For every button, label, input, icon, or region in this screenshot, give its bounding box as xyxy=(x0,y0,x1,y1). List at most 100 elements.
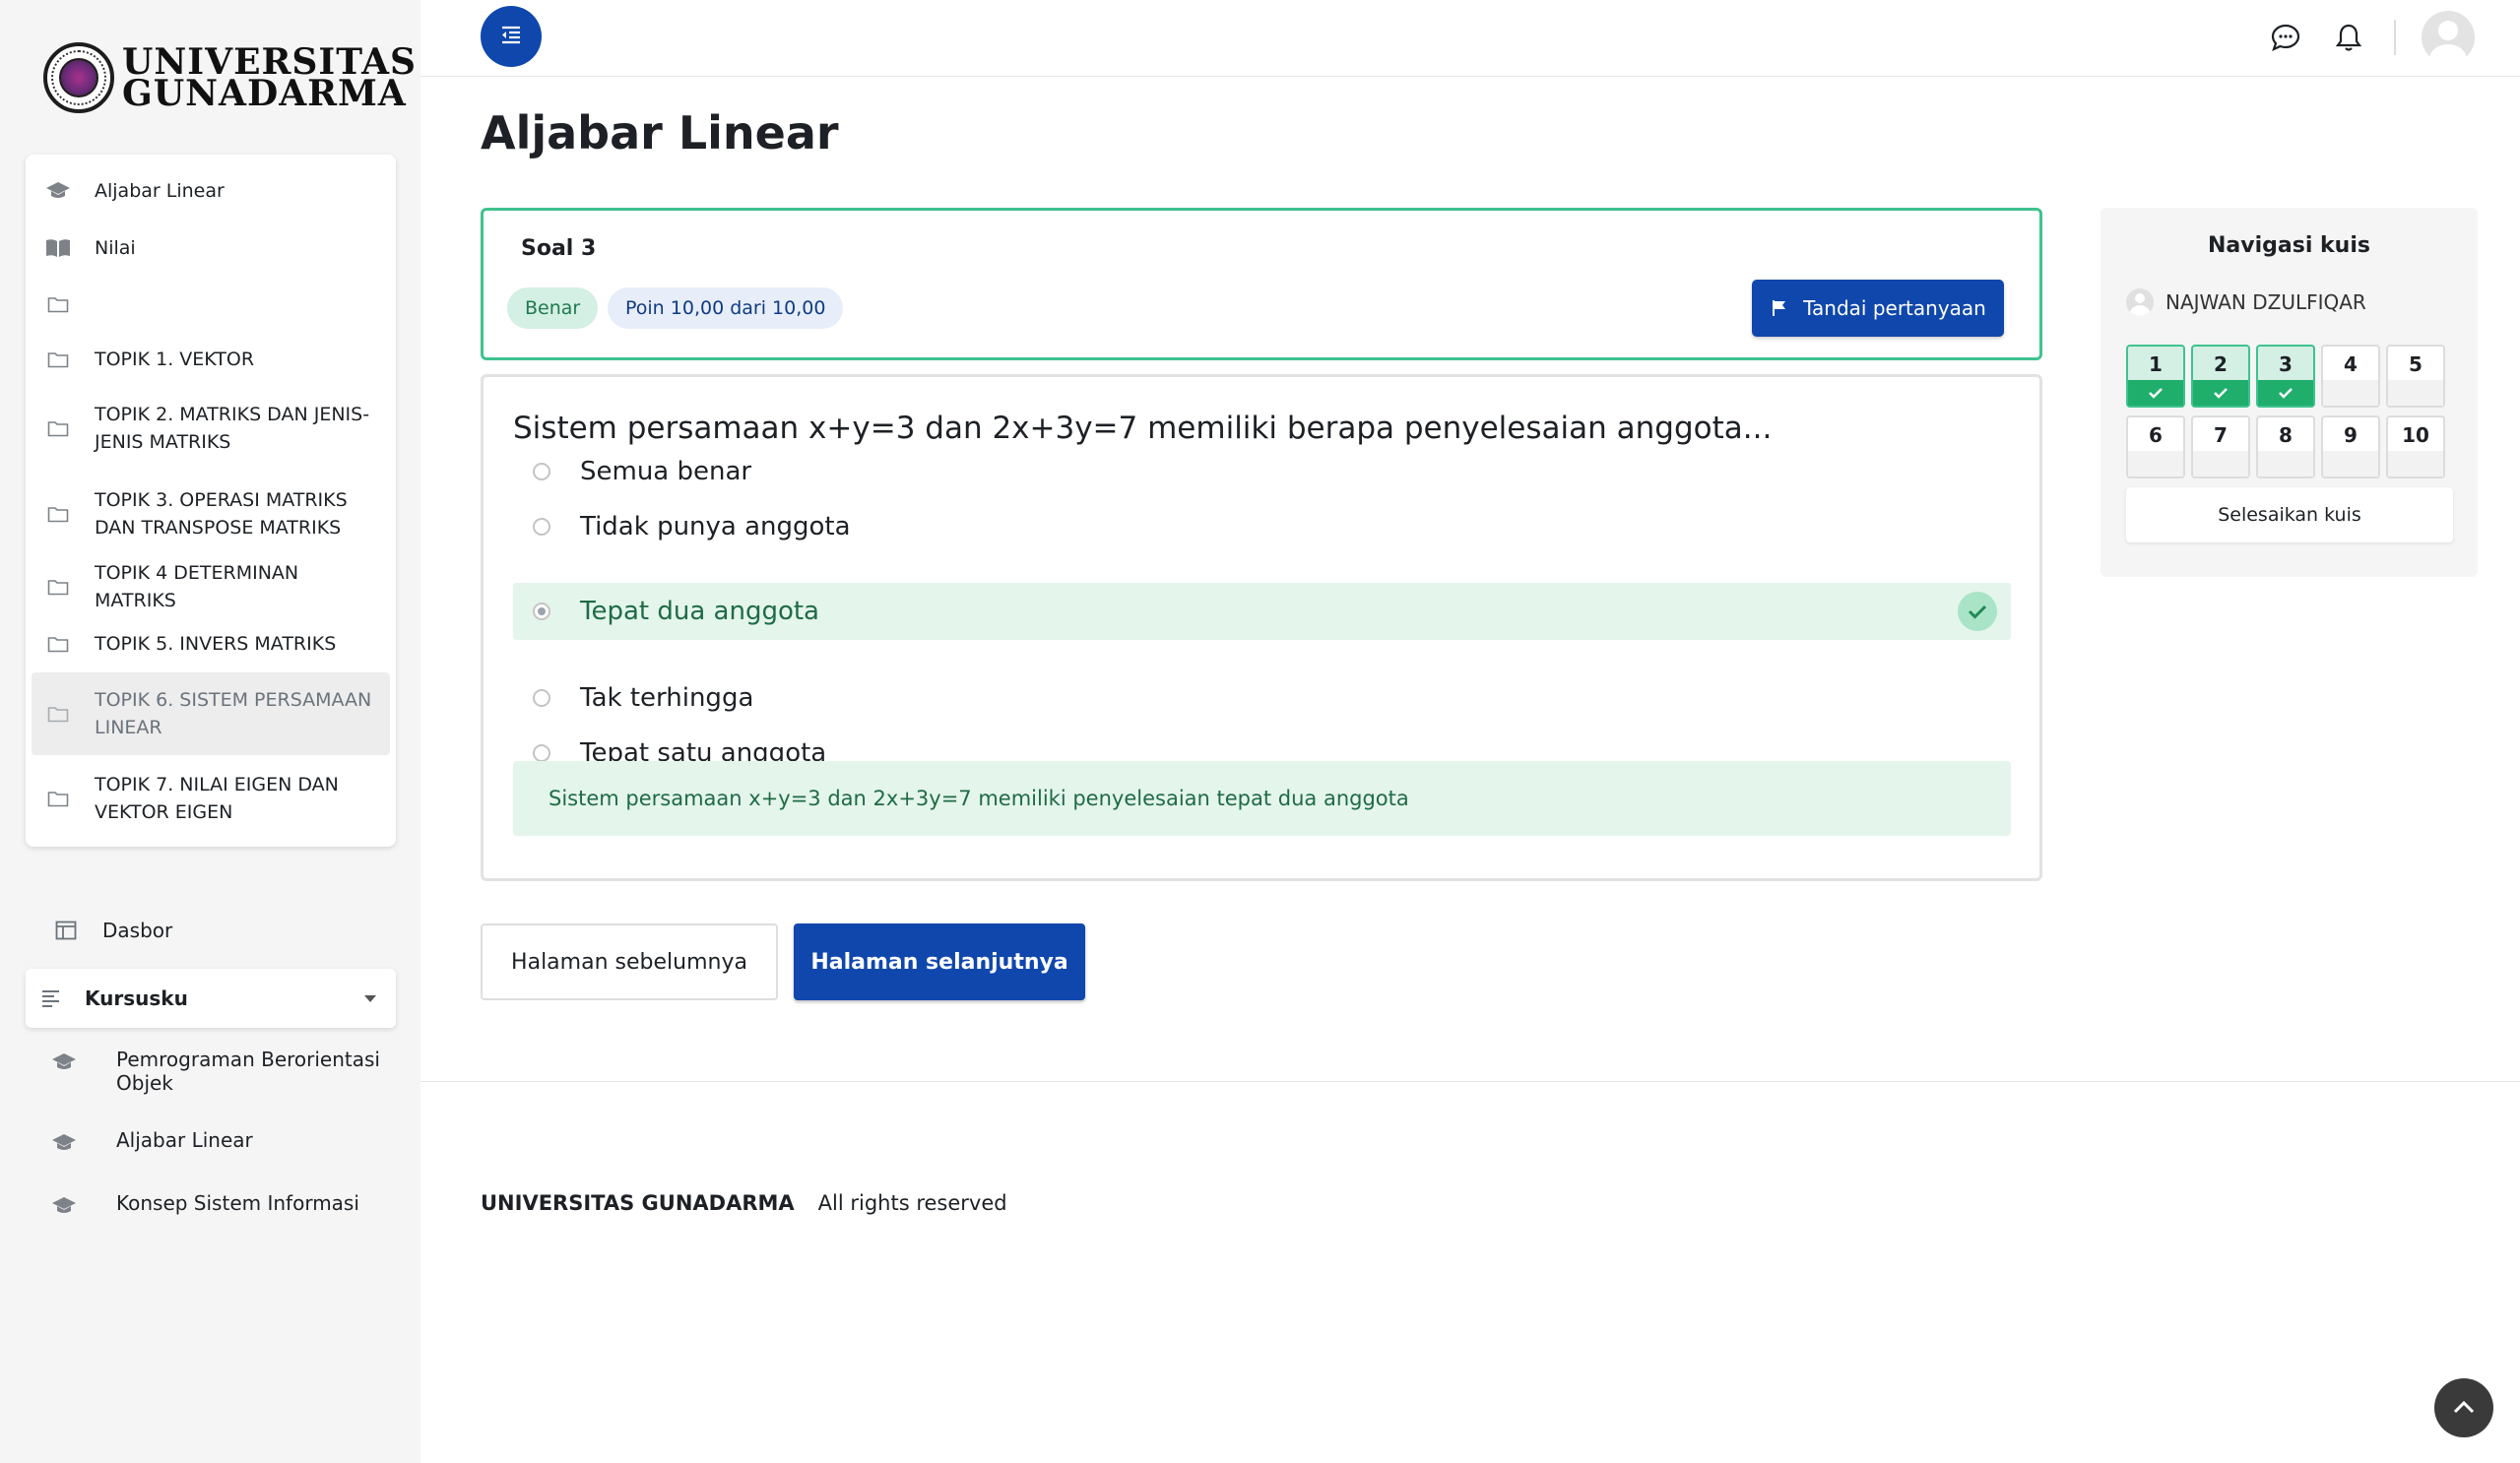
page-title: Aljabar Linear xyxy=(481,106,839,159)
check-icon xyxy=(2258,380,2313,406)
quiz-navigation-title: Navigasi kuis xyxy=(2208,233,2370,258)
sidebar: UNIVERSITAS GUNADARMA Aljabar Linear Nil… xyxy=(0,0,420,1463)
folder-icon xyxy=(45,415,71,441)
course-index-item-topik-2[interactable]: TOPIK 2. MATRIKS DAN JENIS-JENIS MATRIKS xyxy=(26,387,396,470)
bell-icon[interactable] xyxy=(2331,20,2366,55)
quiz-question-grid: 1 2 3 4 5 6 7 8 9 10 xyxy=(2126,345,2455,478)
my-course-item-aljabar[interactable]: Aljabar Linear xyxy=(26,1128,396,1156)
status-bar xyxy=(2323,451,2378,477)
folder-icon xyxy=(45,291,71,317)
status-bar xyxy=(2128,451,2183,477)
folder-icon xyxy=(45,701,71,727)
check-circle-icon xyxy=(1958,592,1997,631)
footer-divider xyxy=(420,1081,2520,1082)
radio-button[interactable] xyxy=(533,463,550,480)
graduation-cap-icon xyxy=(49,1050,79,1075)
status-bar xyxy=(2258,451,2313,477)
radio-button[interactable] xyxy=(533,689,550,707)
points-badge: Poin 10,00 dari 10,00 xyxy=(608,287,844,329)
graduation-cap-icon xyxy=(49,1130,79,1156)
feedback-box: Sistem persamaan x+y=3 dan 2x+3y=7 memil… xyxy=(513,761,2011,836)
back-to-top-button[interactable] xyxy=(2434,1378,2493,1437)
folder-icon xyxy=(45,347,71,372)
quiz-nav-question-5[interactable]: 5 xyxy=(2386,345,2445,408)
course-index-item-grades[interactable]: Nilai xyxy=(26,220,396,277)
chevron-down-icon xyxy=(364,994,376,1002)
course-index-item-topik-7[interactable]: TOPIK 7. NILAI EIGEN DAN VEKTOR EIGEN xyxy=(26,755,396,842)
course-index-item-general[interactable] xyxy=(26,277,396,332)
quiz-nav-question-10[interactable]: 10 xyxy=(2386,415,2445,478)
nav-dashboard[interactable]: Dasbor xyxy=(26,906,396,955)
next-page-button[interactable]: Halaman selanjutnya xyxy=(794,923,1085,1000)
course-index-item-topik-3[interactable]: TOPIK 3. OPERASI MATRIKS DAN TRANSPOSE M… xyxy=(26,470,396,558)
quiz-nav-question-4[interactable]: 4 xyxy=(2321,345,2380,408)
answer-option[interactable]: Tak terhingga xyxy=(513,669,2011,727)
radio-button[interactable] xyxy=(533,744,550,762)
course-index-item-course[interactable]: Aljabar Linear xyxy=(26,162,396,220)
answer-option[interactable]: Semua benar xyxy=(513,443,2011,500)
drawer-toggle-button[interactable] xyxy=(481,6,542,67)
answer-option-selected-correct[interactable]: Tepat dua anggota xyxy=(513,583,2011,640)
quiz-nav-question-3[interactable]: 3 xyxy=(2256,345,2315,408)
folder-icon xyxy=(45,631,71,657)
course-index-item-topik-5[interactable]: TOPIK 5. INVERS MATRIKS xyxy=(26,615,396,672)
quiz-nav-question-8[interactable]: 8 xyxy=(2256,415,2315,478)
question-info-panel: Soal 3 Benar Poin 10,00 dari 10,00 Tanda… xyxy=(481,208,2042,360)
my-courses-toggle[interactable]: Kursusku xyxy=(26,969,396,1028)
message-icon[interactable] xyxy=(2268,20,2303,55)
flag-icon xyxy=(1770,298,1789,318)
graduation-cap-icon xyxy=(45,178,71,204)
course-index-item-topik-4[interactable]: TOPIK 4 DETERMINAN MATRIKS xyxy=(26,558,396,615)
status-bar xyxy=(2193,451,2248,477)
folder-icon xyxy=(45,786,71,811)
my-course-item-ksi[interactable]: Konsep Sistem Informasi xyxy=(26,1191,396,1219)
quiz-nav-question-6[interactable]: 6 xyxy=(2126,415,2185,478)
flag-question-button[interactable]: Tandai pertanyaan xyxy=(1752,280,2004,337)
footer-brand: UNIVERSITAS GUNADARMA xyxy=(481,1191,795,1215)
answer-option[interactable]: Tidak punya anggota xyxy=(513,498,2011,555)
radio-button[interactable] xyxy=(533,518,550,536)
university-seal-icon xyxy=(43,42,114,113)
logo-text: UNIVERSITAS GUNADARMA xyxy=(122,41,418,114)
check-icon xyxy=(2193,380,2248,406)
quiz-nav-question-1[interactable]: 1 xyxy=(2126,345,2185,408)
folder-icon xyxy=(45,501,71,527)
folder-icon xyxy=(45,574,71,600)
university-logo[interactable]: UNIVERSITAS GUNADARMA xyxy=(43,39,417,116)
course-index-item-topik-6[interactable]: TOPIK 6. SISTEM PERSAMAAN LINEAR xyxy=(32,672,390,755)
divider xyxy=(2394,20,2396,55)
course-index: Aljabar Linear Nilai TOPIK 1. VEKTOR TOP… xyxy=(26,155,396,847)
book-icon xyxy=(45,235,71,261)
side-navigation: Dasbor Kursusku Pemrograman Berorientasi… xyxy=(26,906,396,1219)
status-bar xyxy=(2388,380,2443,406)
dashboard-icon xyxy=(53,918,79,943)
quiz-nav-question-7[interactable]: 7 xyxy=(2191,415,2250,478)
user-avatar-small xyxy=(2126,288,2154,316)
quiz-navigation-block: Navigasi kuis NAJWAN DZULFIQAR 1 2 3 4 5… xyxy=(2100,208,2478,577)
quiz-nav-question-9[interactable]: 9 xyxy=(2321,415,2380,478)
question-number: Soal 3 xyxy=(521,236,597,261)
radio-button-checked[interactable] xyxy=(533,603,550,620)
status-bar xyxy=(2323,380,2378,406)
chevron-up-icon xyxy=(2453,1399,2475,1418)
footer-rights: All rights reserved xyxy=(817,1191,1007,1215)
top-navbar xyxy=(420,0,2520,77)
status-badge: Benar xyxy=(507,287,599,329)
previous-page-button[interactable]: Halaman sebelumnya xyxy=(481,923,778,1000)
status-bar xyxy=(2388,451,2443,477)
page-navigation: Halaman sebelumnya Halaman selanjutnya xyxy=(481,923,1085,1000)
user-avatar[interactable] xyxy=(2422,11,2475,64)
indent-icon xyxy=(500,25,522,48)
graduation-cap-icon xyxy=(49,1193,79,1219)
top-icons xyxy=(2240,10,2475,65)
question-text: Sistem persamaan x+y=3 dan 2x+3y=7 memil… xyxy=(513,411,1773,446)
my-course-item-pbo[interactable]: Pemrograman Berorientasi Objek xyxy=(26,1048,396,1095)
quiz-user: NAJWAN DZULFIQAR xyxy=(2126,288,2366,316)
check-icon xyxy=(2128,380,2183,406)
quiz-nav-question-2[interactable]: 2 xyxy=(2191,345,2250,408)
footer: UNIVERSITAS GUNADARMA All rights reserve… xyxy=(481,1191,1007,1215)
question-content-panel: Sistem persamaan x+y=3 dan 2x+3y=7 memil… xyxy=(481,374,2042,881)
finish-quiz-button[interactable]: Selesaikan kuis xyxy=(2126,487,2453,542)
course-index-item-topik-1[interactable]: TOPIK 1. VEKTOR xyxy=(26,332,396,387)
list-icon xyxy=(39,986,65,1011)
